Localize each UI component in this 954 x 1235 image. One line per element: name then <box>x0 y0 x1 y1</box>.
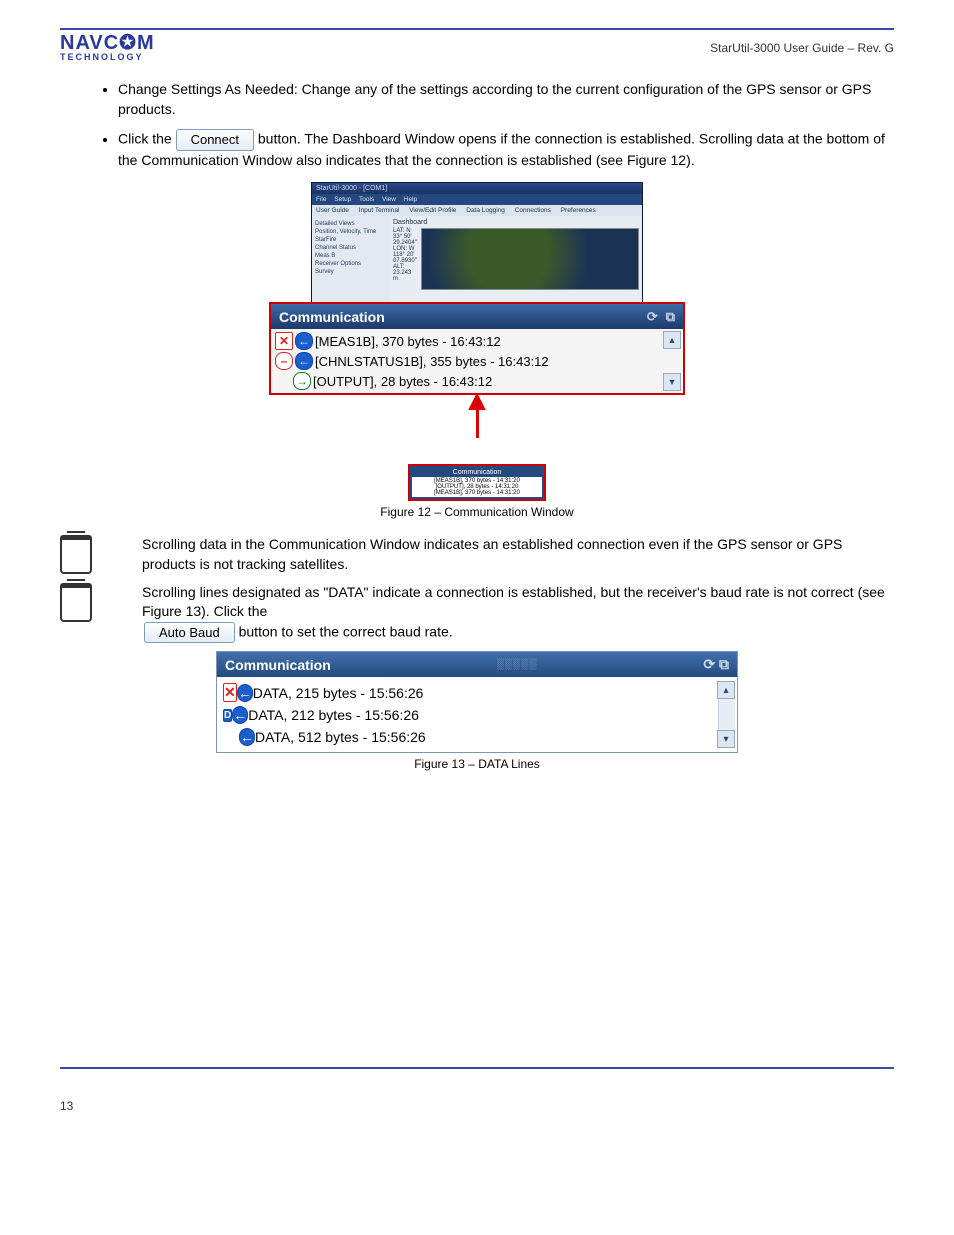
sc-pref[interactable]: Preferences <box>561 207 596 214</box>
comm-row-1: ✕ ← [MEAS1B], 370 bytes - 16:43:12 <box>275 331 679 351</box>
communication-panel-overlay: Communication ⟳ ⧉ ▴ ▾ ✕ ← [MEAS1B], 370 … <box>269 302 685 395</box>
arrow-left-icon: ← <box>232 706 248 724</box>
alt-val: 23.243 m <box>393 270 411 282</box>
menu-bar[interactable]: File Setup Tools View Help <box>312 194 642 205</box>
arrow-left-icon: ← <box>239 728 255 746</box>
bullet-2: Click the Connect button. The Dashboard … <box>118 129 894 170</box>
spacer <box>275 373 291 389</box>
shortcut-bar[interactable]: User Guide Input Terminal View/Edit Prof… <box>312 205 642 216</box>
note-2-part1: Scrolling lines designated as "DATA" ind… <box>142 584 885 620</box>
page-number: 13 <box>60 1099 73 1113</box>
comm2-title: Communication <box>225 657 331 673</box>
side-detailed[interactable]: Detailed Views <box>315 221 387 227</box>
x-icon: ✕ <box>275 332 293 350</box>
communication-panel-data: Communication ░░░░░ ⟳ ⧉ ▴ ▾ ✕ ← DATA, 21… <box>216 651 738 753</box>
comm-row-2: – ← [CHNLSTATUS1B], 355 bytes - 16:43:12 <box>275 351 679 371</box>
scroll-up-icon[interactable]: ▴ <box>663 331 681 349</box>
side-starfire[interactable]: StarFire <box>315 237 387 243</box>
note-1: Scrolling data in the Communication Wind… <box>60 535 894 574</box>
comm-row-3: → [OUTPUT], 28 bytes - 16:43:12 <box>275 371 679 391</box>
data-row-2-text: DATA, 212 bytes - 15:56:26 <box>248 707 419 723</box>
logo-block: NAVC✪M TECHNOLOGY <box>60 34 155 62</box>
refresh-icon[interactable]: ⟳ <box>703 656 715 672</box>
comm-title: Communication <box>279 309 385 325</box>
sc-profile[interactable]: View/Edit Profile <box>409 207 456 214</box>
note-2-text: Scrolling lines designated as "DATA" ind… <box>102 583 894 644</box>
comm-row-2-text: [CHNLSTATUS1B], 355 bytes - 16:43:12 <box>315 354 549 369</box>
grip-icon[interactable]: ░░░░░ <box>497 659 537 670</box>
world-map <box>421 228 639 290</box>
scroll-track[interactable] <box>718 699 735 730</box>
side-channel[interactable]: Channel Status <box>315 245 387 251</box>
d-icon: D <box>223 709 232 722</box>
menu-help[interactable]: Help <box>404 196 417 203</box>
note-icon <box>60 535 92 574</box>
figure-13-caption: Figure 13 – DATA Lines <box>60 757 894 771</box>
side-survey[interactable]: Survey <box>315 269 387 275</box>
figure-12-caption: Figure 12 – Communication Window <box>60 505 894 519</box>
bullet-2-prefix: Click the <box>118 131 176 147</box>
menu-setup[interactable]: Setup <box>334 196 351 203</box>
note-2-part2: button to set the correct baud rate. <box>239 623 453 639</box>
side-pvt[interactable]: Position, Velocity, Time <box>315 229 387 235</box>
sc-logging[interactable]: Data Logging <box>466 207 505 214</box>
arrow-left-icon: ← <box>237 684 253 702</box>
sc-terminal[interactable]: Input Terminal <box>359 207 400 214</box>
doc-title: StarUtil-3000 User Guide – Rev. G <box>710 41 894 55</box>
sc-conn[interactable]: Connections <box>515 207 551 214</box>
bullet-1: Change Settings As Needed: Change any of… <box>118 80 894 119</box>
bullet-1-text: Change Settings As Needed: Change any of… <box>118 81 871 117</box>
connect-button[interactable]: Connect <box>176 129 254 151</box>
data-row-3-text: DATA, 512 bytes - 15:56:26 <box>255 729 426 745</box>
callout-l3: [MEAS1B], 370 bytes - 14:31:20 <box>413 490 541 496</box>
scroll-down-icon[interactable]: ▾ <box>663 373 681 391</box>
figure-12-screenshot: StarUtil-3000 - [COM1] File Setup Tools … <box>60 182 894 501</box>
instruction-list: Change Settings As Needed: Change any of… <box>100 80 894 170</box>
note-icon <box>60 583 92 622</box>
expand-icon[interactable]: ⧉ <box>666 309 675 324</box>
page-header: NAVC✪M TECHNOLOGY StarUtil-3000 User Gui… <box>60 34 894 62</box>
refresh-icon[interactable]: ⟳ <box>647 309 658 324</box>
side-rxopt[interactable]: Receiver Options <box>315 261 387 267</box>
logo-text: NAVC✪M <box>60 34 155 52</box>
callout-communication-mini: Communication [MEAS1B], 370 bytes - 14:3… <box>408 464 546 501</box>
sc-userguide[interactable]: User Guide <box>316 207 349 214</box>
arrow-left-icon: ← <box>295 352 313 370</box>
auto-baud-button[interactable]: Auto Baud <box>144 622 235 644</box>
expand-icon[interactable]: ⧉ <box>719 656 729 672</box>
scroll-up-icon[interactable]: ▴ <box>717 681 735 699</box>
minus-icon: – <box>275 352 293 370</box>
comm-row-3-text: [OUTPUT], 28 bytes - 16:43:12 <box>313 374 492 389</box>
data-row-3: ← DATA, 512 bytes - 15:56:26 <box>223 726 715 748</box>
note-2: Scrolling lines designated as "DATA" ind… <box>60 583 894 644</box>
menu-tools[interactable]: Tools <box>359 196 374 203</box>
data-row-1: ✕ ← DATA, 215 bytes - 15:56:26 <box>223 681 715 704</box>
arrow-right-icon: → <box>293 372 311 390</box>
side-measb[interactable]: Meas B <box>315 253 387 259</box>
arrow-left-icon: ← <box>295 332 313 350</box>
data-row-2: D ← DATA, 212 bytes - 15:56:26 <box>223 704 715 726</box>
menu-view[interactable]: View <box>382 196 396 203</box>
callout-title: Communication <box>412 468 542 477</box>
note-1-text: Scrolling data in the Communication Wind… <box>102 535 894 574</box>
x-icon: ✕ <box>223 683 237 702</box>
scroll-down-icon[interactable]: ▾ <box>717 730 735 748</box>
logo-subtext: TECHNOLOGY <box>60 52 155 62</box>
bottom-rule <box>60 1067 894 1069</box>
window-title: StarUtil-3000 - [COM1] <box>312 183 642 194</box>
page-footer: 13 <box>60 1099 894 1113</box>
data-row-1-text: DATA, 215 bytes - 15:56:26 <box>253 685 424 701</box>
menu-file[interactable]: File <box>316 196 326 203</box>
callout-arrow-icon: ▲ <box>60 393 894 438</box>
top-rule <box>60 28 894 30</box>
comm-row-1-text: [MEAS1B], 370 bytes - 16:43:12 <box>315 334 501 349</box>
dashboard-label: Dashboard <box>393 219 639 226</box>
